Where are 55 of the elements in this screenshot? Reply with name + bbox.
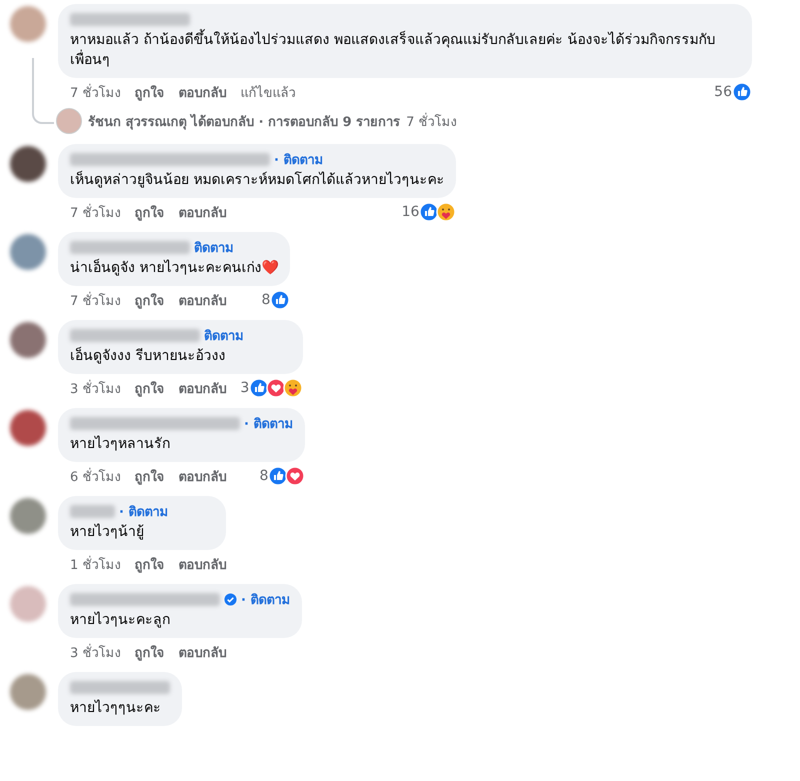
comment-text: หายไวๆหลานรัก — [70, 434, 171, 454]
edited-label: แก้ไขแล้ว — [240, 84, 296, 102]
reply-time: 7 ชั่วโมง — [406, 112, 457, 132]
comment-time: 7 ชั่วโมง — [70, 202, 120, 222]
comment-action[interactable]: ถูกใจ — [134, 290, 164, 310]
comment-action[interactable]: ถูกใจ — [134, 642, 164, 662]
comment-action[interactable]: ถูกใจ — [134, 378, 164, 398]
reaction-count: 8 — [262, 292, 270, 308]
comment-action[interactable]: ถูกใจ — [134, 554, 164, 574]
comment-text: น่าเอ็นดูจัง หายไวๆนะคะคนเก่ง❤ — [70, 258, 278, 278]
follow-link[interactable]: ติดตาม — [194, 237, 234, 258]
reaction-count: 3 — [240, 380, 250, 396]
blurred-name — [70, 505, 115, 518]
like-icon — [249, 378, 270, 398]
comment-text: หายไวๆน้ายู้ — [70, 522, 145, 542]
comment-text: เห็นดูหล่าวยูจินน้อย หมดเคราะห์หมดโศกได้แล้วหายไวๆนะคะ — [70, 170, 444, 190]
reaction-count: 8 — [260, 468, 268, 484]
comment-text: หายไวๆนะคะลูก — [70, 610, 171, 630]
thread-line — [32, 58, 54, 124]
comment-time: 7 ชั่วโมง — [70, 82, 120, 102]
comment-action[interactable]: ตอบกลับ — [178, 82, 226, 102]
comment-text: หาหมอแล้ว ถ้าน้องดีขึ้นให้น้องไปร่วมแสดง พอแสดงเสร็จแล้วคุณแม่รับกลับเลยค่ะ น้องจะได้ร่วมกิจกรรมกับเพื่อนๆ — [70, 30, 740, 70]
comment-time: 3 ชั่วโมง — [70, 642, 120, 662]
avatar[interactable] — [10, 322, 46, 358]
reaction-count: 16 — [402, 204, 420, 220]
comment-action[interactable]: ตอบกลับ — [178, 466, 226, 486]
like-icon — [419, 202, 440, 222]
comment-text: หายไวๆๆนะคะ — [70, 698, 162, 718]
like-icon — [270, 290, 290, 310]
like-icon — [268, 466, 288, 486]
reaction-count: 56 — [714, 84, 732, 100]
comment-action[interactable]: ตอบกลับ — [178, 378, 226, 398]
like-icon — [732, 82, 752, 102]
comment-time: 7 ชั่วโมง — [70, 290, 120, 310]
comment-action[interactable]: ตอบกลับ — [178, 202, 226, 222]
hug-emoji-icon — [436, 202, 456, 222]
comment-action[interactable]: ตอบกลับ — [178, 290, 226, 310]
avatar[interactable] — [10, 410, 46, 446]
replies-link[interactable]: รัชนก สุวรรณเกตุ ได้ตอบกลับ · การตอบกลับ 9 รายการ — [88, 110, 400, 132]
follow-link[interactable]: · ติดตาม — [241, 589, 290, 610]
comment-time: 6 ชั่วโมง — [70, 466, 120, 486]
comment-text: เอ็นดูจังงง รีบหายนะอ้วงง — [70, 346, 226, 366]
follow-link[interactable]: · ติดตาม — [119, 501, 168, 522]
hug-emoji-icon — [283, 378, 304, 398]
follow-link[interactable]: · ติดตาม — [244, 413, 294, 434]
comment-action[interactable]: ตอบกลับ — [178, 642, 226, 662]
comment-action[interactable]: ถูกใจ — [134, 82, 164, 102]
comment-action[interactable]: ถูกใจ — [134, 202, 164, 222]
comment-action[interactable]: ตอบกลับ — [178, 554, 226, 574]
follow-link[interactable]: ติดตาม — [204, 325, 244, 346]
comment-time: 3 ชั่วโมง — [70, 378, 120, 398]
comment-action[interactable]: ถูกใจ — [134, 466, 164, 486]
avatar[interactable] — [10, 146, 46, 182]
follow-link[interactable]: · ติดตาม — [274, 149, 324, 170]
comment-time: 1 ชั่วโมง — [70, 554, 120, 574]
